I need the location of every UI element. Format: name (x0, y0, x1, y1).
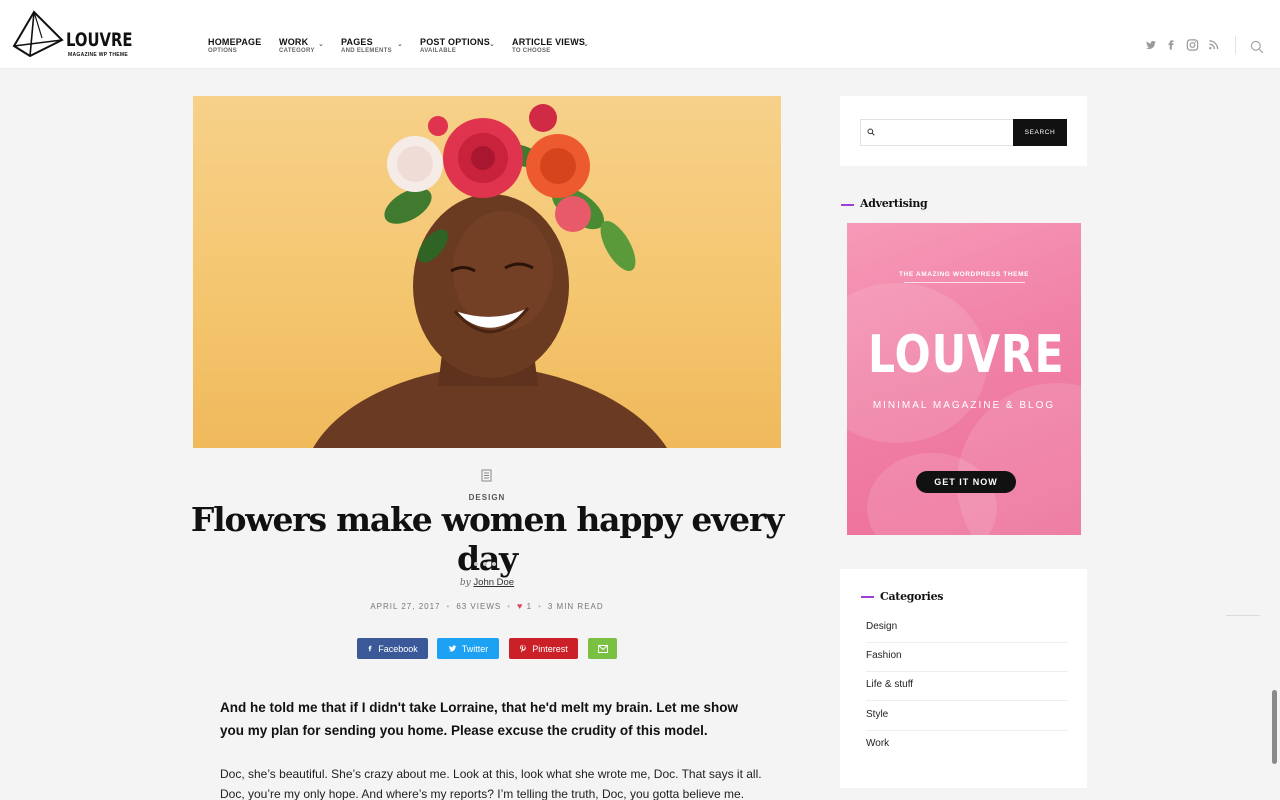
logo-wordmark: LOUVRE (66, 29, 133, 51)
instagram-icon[interactable] (1186, 37, 1199, 53)
post-views: 63 VIEWS (456, 602, 502, 611)
ad-subline: MINIMAL MAGAZINE & BLOG (872, 400, 1056, 411)
ad-tagline: THE AMAZING WORDPRESS THEME (898, 271, 1030, 278)
email-icon (597, 644, 608, 653)
pinterest-icon (520, 644, 526, 653)
separator-dots (474, 553, 502, 566)
twitter-icon[interactable] (1145, 37, 1157, 53)
nav-label: PAGES (341, 37, 373, 47)
share-label: Twitter (461, 643, 489, 654)
facebook-icon (368, 645, 372, 652)
nav-label: ARTICLE VIEWS (512, 37, 586, 47)
post-lead-paragraph: And he told me that if I didn't take Lor… (220, 700, 738, 738)
share-twitter-button[interactable]: Twitter (437, 638, 499, 659)
decorative-line (1226, 615, 1260, 616)
chevron-down-icon[interactable]: ⌄ (397, 40, 403, 48)
post-meta: APRIL 27, 2017 • 63 VIEWS • ♥ 1 • 3 MIN READ (370, 601, 604, 611)
by-label: by (459, 578, 471, 588)
nav-item-homepage[interactable]: HOMEPAGE OPTIONS (208, 37, 261, 54)
advertising-widget-title: Advertising (860, 197, 928, 210)
nav-label: WORK (279, 37, 309, 47)
chevron-down-icon[interactable]: ⌄ (318, 40, 324, 48)
logo-mark-icon (12, 10, 64, 58)
heart-icon[interactable]: ♥ (517, 601, 523, 611)
share-pinterest-button[interactable]: Pinterest (509, 638, 578, 659)
category-link[interactable]: Work (866, 731, 1068, 760)
twitter-icon (448, 645, 456, 652)
ad-tagline-underline (904, 282, 1025, 283)
nav-sublabel: AVAILABLE (420, 48, 457, 54)
nav-label: POST OPTIONS (420, 37, 490, 47)
share-facebook-button[interactable]: Facebook (357, 638, 428, 659)
author-link[interactable]: John Doe (473, 577, 514, 588)
post-likes[interactable]: 1 (527, 602, 532, 611)
post-body-paragraph: Doc, she’s beautiful. She’s crazy about … (220, 767, 762, 800)
widget-title-accent (861, 596, 874, 598)
get-it-now-button[interactable]: GET IT NOW (916, 471, 1016, 493)
standard-post-icon (481, 469, 492, 482)
post-byline: by John Doe (0, 577, 974, 588)
category-link[interactable]: Style (866, 702, 1068, 731)
site-logo[interactable]: LOUVRE MAGAZINE WP THEME (12, 10, 133, 60)
nav-item-article-views[interactable]: ARTICLE VIEWS TO CHOOSE (512, 37, 585, 54)
category-link[interactable]: Design (866, 614, 1068, 643)
widget-title-accent (841, 204, 854, 206)
logo-tagline: MAGAZINE WP THEME (68, 52, 129, 58)
category-link[interactable]: Life & stuff (866, 672, 1068, 701)
post-read-time: 3 MIN READ (547, 602, 604, 611)
header-divider (1235, 36, 1236, 54)
facebook-icon[interactable] (1166, 37, 1176, 53)
nav-item-pages[interactable]: PAGES AND ELEMENTS (341, 37, 392, 54)
share-label: Facebook (378, 643, 418, 654)
nav-label: HOMEPAGE (208, 37, 262, 47)
nav-item-post-options[interactable]: POST OPTIONS AVAILABLE (420, 37, 490, 54)
nav-sublabel: CATEGORY (279, 48, 315, 54)
nav-sublabel: OPTIONS (208, 48, 238, 54)
woman-with-flower-crown-image (313, 104, 667, 448)
search-icon (867, 128, 875, 136)
page-scrollbar[interactable] (1272, 690, 1277, 764)
chevron-down-icon[interactable]: ⌄ (489, 40, 495, 48)
chevron-down-icon[interactable]: ⌄ (583, 40, 589, 48)
advertising-banner[interactable]: THE AMAZING WORDPRESS THEME LOUVRE MINIM… (847, 223, 1081, 535)
category-link[interactable]: Fashion (866, 643, 1068, 672)
search-widget: SEARCH (840, 96, 1087, 166)
categories-widget: Categories Design Fashion Life & stuff S… (840, 569, 1087, 788)
nav-sublabel: AND ELEMENTS (341, 48, 392, 54)
search-input[interactable] (860, 119, 1014, 146)
post-title: Flowers make women happy every day (190, 500, 784, 578)
ad-headline: LOUVRE (868, 325, 1065, 385)
rss-icon[interactable] (1208, 37, 1219, 53)
nav-item-work[interactable]: WORK CATEGORY (279, 37, 315, 54)
nav-sublabel: TO CHOOSE (512, 48, 551, 54)
search-button[interactable]: SEARCH (1013, 119, 1067, 146)
post-date: APRIL 27, 2017 (370, 602, 441, 611)
share-label: Pinterest (532, 643, 568, 654)
share-email-button[interactable] (588, 638, 617, 659)
search-icon[interactable] (1250, 39, 1264, 55)
categories-widget-title: Categories (880, 590, 944, 603)
site-header: LOUVRE MAGAZINE WP THEME HOMEPAGE OPTION… (0, 0, 1280, 69)
featured-image[interactable] (193, 96, 781, 448)
